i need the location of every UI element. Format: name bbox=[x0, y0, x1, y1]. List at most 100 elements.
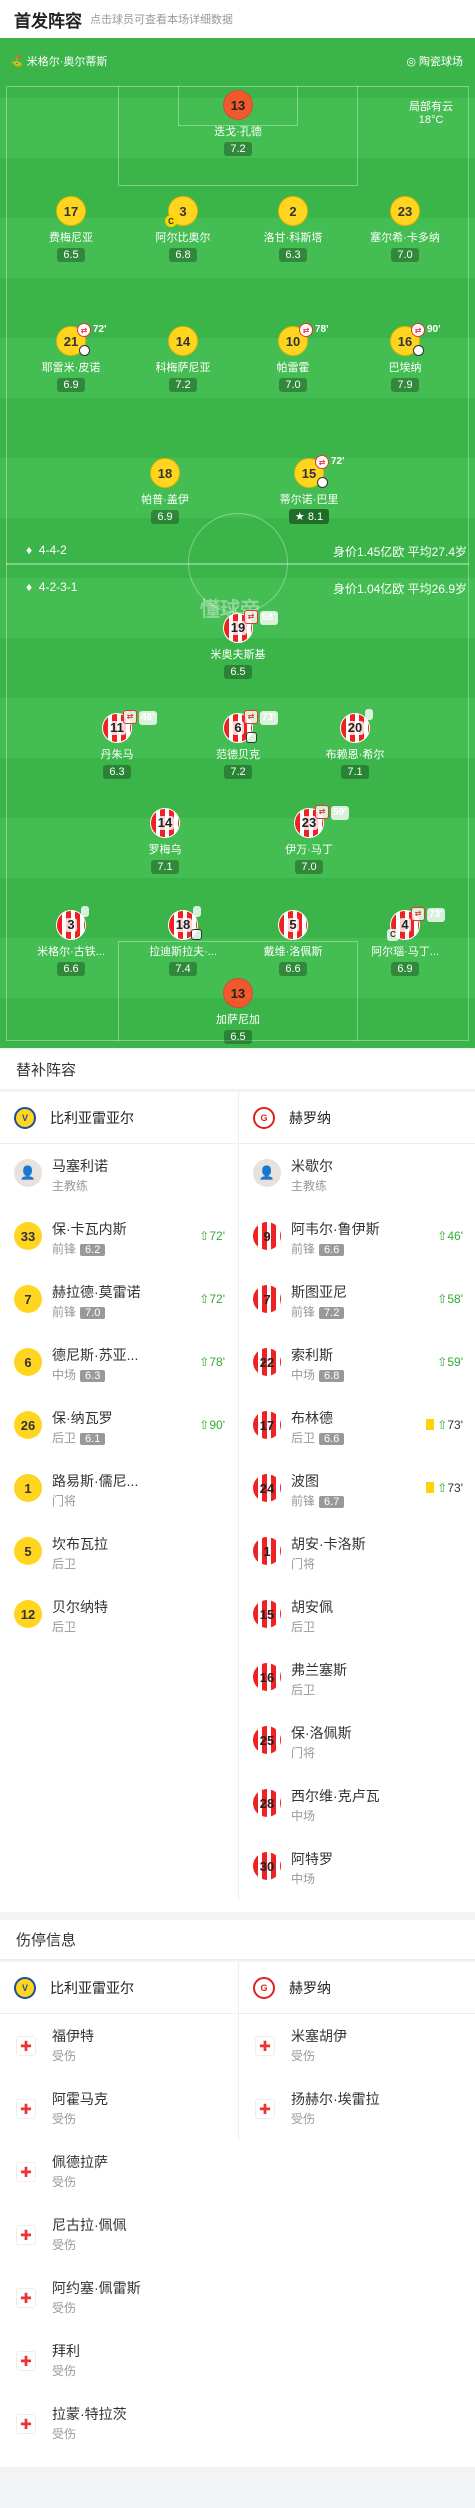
sub-position: 中场 6.3 bbox=[52, 1366, 106, 1383]
injury-name: 拉蒙·特拉茨 bbox=[52, 2406, 127, 2422]
injury-row[interactable]: ✚ 扬赫尔·埃雷拉 受伤 bbox=[239, 2077, 475, 2140]
sub-rating: 6.3 bbox=[80, 1370, 106, 1382]
sub-row[interactable]: 33 保·卡瓦内斯 前锋 6.2 ⇧72' bbox=[0, 1207, 237, 1270]
player-home-7[interactable]: 14 科梅萨尼亚 7.2 bbox=[128, 326, 238, 393]
ball-icon bbox=[79, 345, 90, 356]
player-away-6[interactable]: 23 ⇄ 59' 伊万·马丁 7.0 bbox=[254, 805, 364, 875]
player-jersey-icon: 33 bbox=[14, 1222, 42, 1250]
villarreal-logo-icon: V bbox=[14, 1976, 36, 1999]
player-home-4[interactable]: 2 洛甘·科斯塔 6.3 bbox=[238, 196, 348, 263]
player-home-9[interactable]: 16 ⇄ 90' 巴埃纳 7.9 bbox=[350, 323, 460, 393]
player-away-10[interactable]: 4 ⇄ 73' C 阿尔瑙·马丁... 6.9 bbox=[350, 907, 460, 977]
player-away-3[interactable]: 6 ⇄ 73' 范德贝克 7.2 bbox=[183, 710, 293, 780]
player-home-1[interactable]: 13 迭戈·孔德 7.2 bbox=[183, 90, 293, 157]
sub-name: 阿韦尔·鲁伊斯 bbox=[291, 1221, 380, 1237]
sub-row[interactable]: 22 索利斯 中场 6.8 ⇧59' bbox=[239, 1333, 475, 1396]
sub-rating: 6.1 bbox=[80, 1433, 106, 1445]
sub-row[interactable]: 30 阿特罗 中场 bbox=[239, 1837, 475, 1900]
sub-in-icon: ⇧ bbox=[437, 1229, 448, 1243]
sub-name: 德尼斯·苏亚... bbox=[52, 1347, 139, 1363]
sub-time: ⇧73' bbox=[426, 1481, 463, 1495]
sub-row[interactable]: 9 阿韦尔·鲁伊斯 前锋 6.6 ⇧46' bbox=[239, 1207, 475, 1270]
injury-icon: ✚ bbox=[255, 2036, 275, 2056]
injury-name: 阿霍马克 bbox=[52, 2091, 108, 2107]
injury-name: 米塞胡伊 bbox=[291, 2028, 347, 2044]
player-home-3[interactable]: 3 C 阿尔比奥尔 6.8 bbox=[128, 196, 238, 263]
injury-row[interactable]: ✚ 米塞胡伊 受伤 bbox=[239, 2014, 475, 2077]
sub-row[interactable]: 28 西尔维·克卢瓦 中场 bbox=[239, 1774, 475, 1837]
home-team-row: V 比利亚雷亚尔 bbox=[0, 1962, 237, 2014]
player-home-5[interactable]: 23 塞尔希·卡多纳 7.0 bbox=[350, 196, 460, 263]
sub-time-value: 90' bbox=[209, 1418, 225, 1432]
player-away-gk[interactable]: 13 加萨尼加 6.5 bbox=[183, 978, 293, 1045]
injury-icon: ✚ bbox=[16, 2414, 36, 2434]
sub-position: 前锋 6.2 bbox=[52, 1240, 106, 1257]
sub-row[interactable]: 7 赫拉德·莫雷诺 前锋 7.0 ⇧72' bbox=[0, 1270, 237, 1333]
sub-position-label: 中场 bbox=[291, 1872, 316, 1886]
ball-icon bbox=[246, 732, 257, 743]
player-home-6[interactable]: 21 ⇄ 72' 耶雷米·皮诺 6.9 bbox=[16, 323, 126, 393]
sub-rating: 7.2 bbox=[319, 1307, 345, 1319]
sub-row[interactable]: 5 坎布瓦拉 后卫 bbox=[0, 1522, 237, 1585]
sub-row[interactable]: 16 弗兰塞斯 后卫 bbox=[239, 1648, 475, 1711]
sub-position-label: 门将 bbox=[52, 1494, 77, 1508]
sub-position: 中场 bbox=[291, 1870, 315, 1887]
injury-row[interactable]: ✚ 佩德拉萨 受伤 bbox=[0, 2140, 237, 2203]
player-jersey: 13 bbox=[223, 90, 253, 120]
sub-row[interactable]: 24 波图 前锋 6.7 ⇧73' bbox=[239, 1459, 475, 1522]
injury-row[interactable]: ✚ 拜利 受伤 bbox=[0, 2329, 237, 2392]
sub-in-icon: ⇧ bbox=[437, 1355, 448, 1369]
sub-row[interactable]: 7 斯图亚尼 前锋 7.2 ⇧58' bbox=[239, 1270, 475, 1333]
injury-row[interactable]: ✚ 尼古拉·佩佩 受伤 bbox=[0, 2203, 237, 2266]
player-away-5[interactable]: 14 罗梅乌 7.1 bbox=[110, 808, 220, 875]
sub-row[interactable]: 12 贝尔纳特 后卫 bbox=[0, 1585, 237, 1648]
away-stats: 身价1.04亿欧 平均26.9岁 bbox=[332, 582, 467, 596]
sub-position-label: 中场 bbox=[52, 1368, 77, 1382]
player-jersey: 21 ⇄ 72' bbox=[56, 323, 107, 356]
sub-row[interactable]: 1 路易斯·儒尼... 门将 bbox=[0, 1459, 237, 1522]
player-home-10[interactable]: 18 帕普·盖伊 6.9 bbox=[110, 458, 220, 525]
sub-name: 西尔维·克卢瓦 bbox=[291, 1788, 380, 1804]
away-coach[interactable]: 👤 米歇尔 主教练 bbox=[239, 1144, 475, 1207]
sub-position: 前锋 6.7 bbox=[291, 1492, 345, 1509]
injury-row[interactable]: ✚ 拉蒙·特拉茨 受伤 bbox=[0, 2392, 237, 2455]
player-away-9[interactable]: 5 戴维·洛佩斯 6.6 bbox=[238, 910, 348, 977]
sub-out-icon: ⇄ bbox=[315, 805, 329, 819]
sub-row[interactable]: 26 保·纳瓦罗 后卫 6.1 ⇧90' bbox=[0, 1396, 237, 1459]
sub-position-label: 后卫 bbox=[52, 1557, 77, 1571]
injury-name: 福伊特 bbox=[52, 2028, 94, 2044]
girona-logo-icon: G bbox=[253, 1976, 275, 1999]
injury-row[interactable]: ✚ 福伊特 受伤 bbox=[0, 2014, 237, 2077]
sub-time-value: 58' bbox=[447, 1292, 463, 1306]
injury-icon: ✚ bbox=[255, 2099, 275, 2119]
player-jersey: 14 bbox=[150, 808, 180, 838]
sub-row[interactable]: 17 布林德 后卫 6.6 ⇧73' bbox=[239, 1396, 475, 1459]
sub-row[interactable]: 15 胡安佩 后卫 bbox=[239, 1585, 475, 1648]
sub-position-label: 前锋 bbox=[52, 1305, 77, 1319]
sub-position: 前锋 6.6 bbox=[291, 1240, 345, 1257]
sub-position: 前锋 7.2 bbox=[291, 1303, 345, 1320]
injury-icon: ✚ bbox=[16, 2225, 36, 2245]
player-away-8[interactable]: 18 拉迪斯拉夫·... 7.4 bbox=[128, 906, 238, 977]
player-away-4[interactable]: 20 布赖恩·希尔 7.1 bbox=[300, 709, 410, 780]
player-jersey-icon: 12 bbox=[14, 1600, 42, 1628]
injury-icon: ✚ bbox=[16, 2099, 36, 2119]
injury-row[interactable]: ✚ 阿约塞·佩雷斯 受伤 bbox=[0, 2266, 237, 2329]
sub-row[interactable]: 6 德尼斯·苏亚... 中场 6.3 ⇧78' bbox=[0, 1333, 237, 1396]
sub-row[interactable]: 25 保·洛佩斯 门将 bbox=[239, 1711, 475, 1774]
sub-row[interactable]: 1 胡安·卡洛斯 门将 bbox=[239, 1522, 475, 1585]
injury-icon: ✚ bbox=[16, 2351, 36, 2371]
player-away-2[interactable]: 11 ⇄ 46' 丹朱马 6.3 bbox=[62, 710, 172, 780]
player-away-1[interactable]: 19 ⇄ 58' 米奥夫斯基 6.5 bbox=[183, 610, 293, 680]
player-home-11[interactable]: 15 ⇄ 72' 蒂尔诺·巴里 ★ 8.1 bbox=[254, 455, 364, 525]
sub-position: 中场 bbox=[291, 1807, 315, 1824]
player-home-8[interactable]: 10 ⇄ 78' 帕雷霍 7.0 bbox=[238, 323, 348, 393]
home-coach[interactable]: 👤 马塞利诺 主教练 bbox=[0, 1144, 237, 1207]
player-home-2[interactable]: 17 费梅尼亚 6.5 bbox=[16, 196, 126, 263]
sub-name: 布林德 bbox=[291, 1410, 333, 1426]
page-subtitle: 点击球员可查看本场详细数据 bbox=[90, 14, 233, 26]
player-away-7[interactable]: 3 米格尔·古铁... 6.6 bbox=[16, 906, 126, 977]
injury-row[interactable]: ✚ 阿霍马克 受伤 bbox=[0, 2077, 237, 2140]
subs-away: G 赫罗纳 👤 米歇尔 主教练 9 阿韦尔·鲁伊斯 前锋 6.6 ⇧46' 7 斯图亚尼 前锋 7.2… bbox=[238, 1092, 475, 1900]
injury-status: 受伤 bbox=[52, 2175, 77, 2189]
